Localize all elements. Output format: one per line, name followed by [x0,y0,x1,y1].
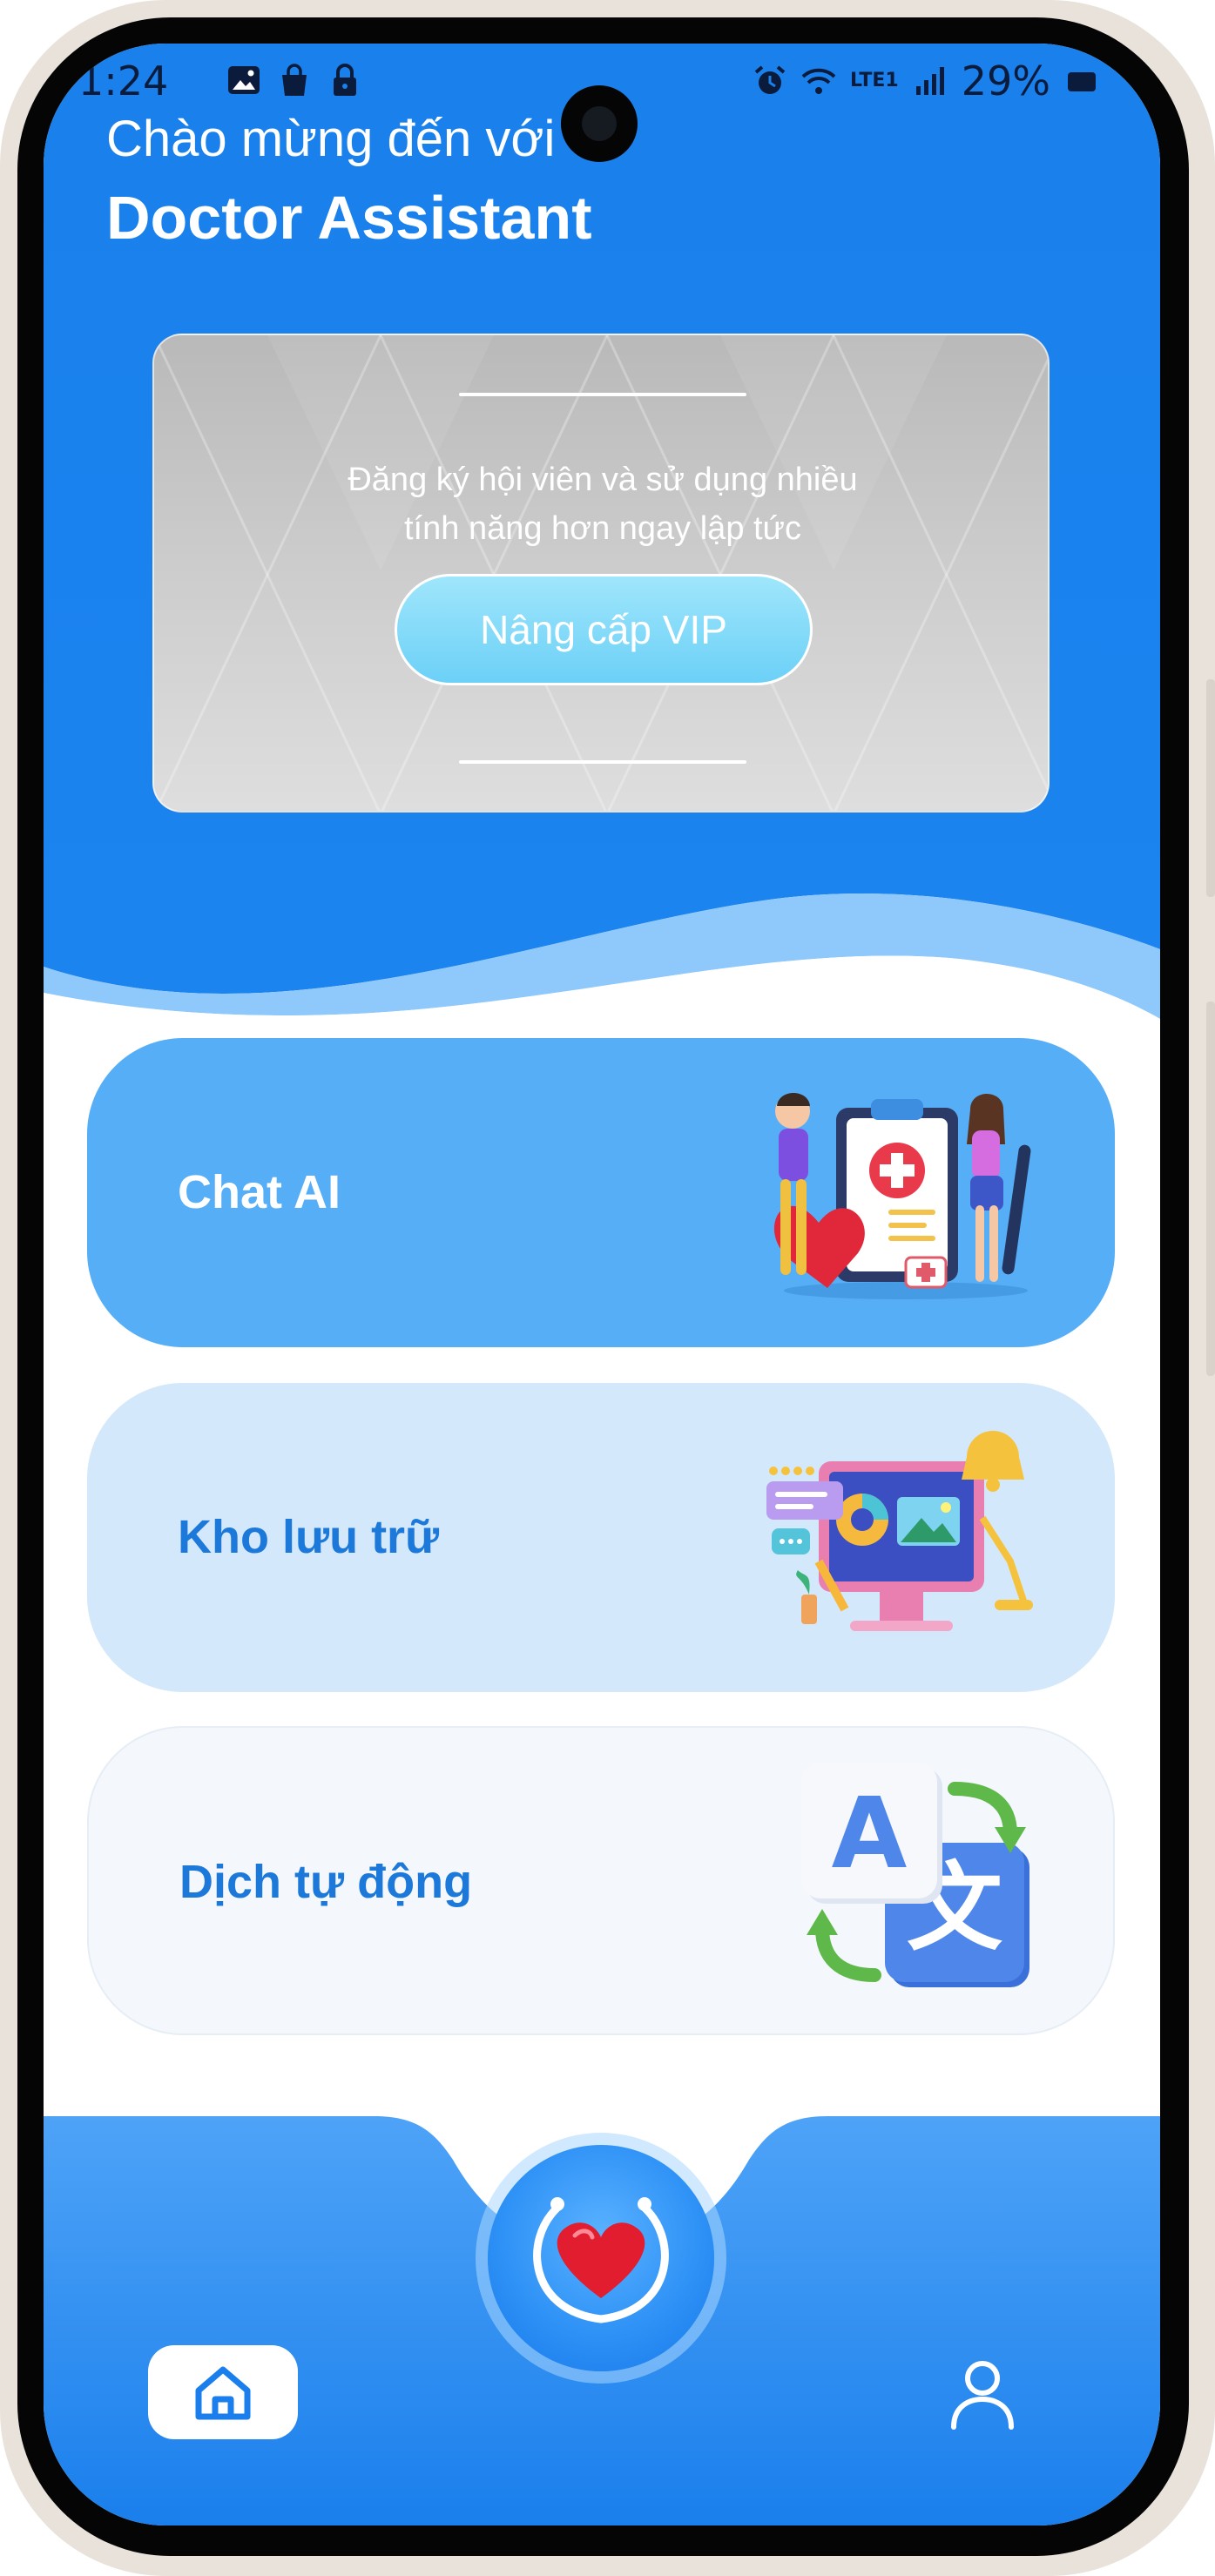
wifi-icon [801,68,836,94]
battery-icon [1068,72,1096,91]
home-icon [195,2366,251,2420]
greeting-text: Chào mừng đến với [106,111,556,167]
center-health-button[interactable] [488,2145,714,2371]
feature-label-translate: Dịch tự động [179,1856,473,1908]
translate-icon: 文 A [801,1763,1029,1987]
front-camera [561,85,638,162]
phone-side-button [1206,679,1215,897]
lock-icon [334,64,356,96]
feature-label-chat-ai: Chat AI [178,1166,341,1218]
shopping-bag-icon [282,64,307,96]
svg-text:A: A [832,1777,908,1891]
status-time: 1:24 [78,57,169,105]
signal-icon [915,67,944,95]
feature-card-translate[interactable]: Dịch tự động 文 A [87,1726,1115,2035]
feature-card-chat-ai[interactable]: Chat AI [87,1038,1115,1347]
app-title: Doctor Assistant [106,184,592,252]
network-type: LTE1 [850,70,899,91]
battery-percent: 29% [961,57,1050,105]
alarm-icon [754,65,786,94]
vip-promo-card: Đăng ký hội viên và sử dụng nhiều tính n… [152,334,1050,813]
status-icons-left [226,63,362,98]
nav-home-button[interactable] [148,2345,298,2439]
app-screen: 1:24 LTE1 29% Chào mừng đến với Doctor A… [44,44,1160,2525]
phone-side-button [1206,1001,1215,1376]
feature-label-storage: Kho lưu trữ [178,1511,440,1563]
image-icon [228,66,260,94]
vip-description: Đăng ký hội viên và sử dụng nhiều tính n… [259,455,947,553]
heart-stethoscope-icon [533,2197,669,2323]
computer-media-illustration-icon [766,1431,1033,1631]
nav-profile-button[interactable] [943,2354,1022,2432]
divider-top [459,393,746,396]
vip-text-line1: Đăng ký hội viên và sử dụng nhiều [348,462,858,498]
divider-bottom [459,760,746,764]
vip-text-line2: tính năng hơn ngay lập tức [404,510,801,547]
upgrade-vip-button[interactable]: Nâng cấp VIP [395,574,813,685]
profile-icon [951,2361,1014,2430]
status-icons-right: LTE1 29% [753,57,1099,105]
feature-card-storage[interactable]: Kho lưu trữ [87,1383,1115,1692]
medical-illustration-icon [773,1093,1031,1299]
